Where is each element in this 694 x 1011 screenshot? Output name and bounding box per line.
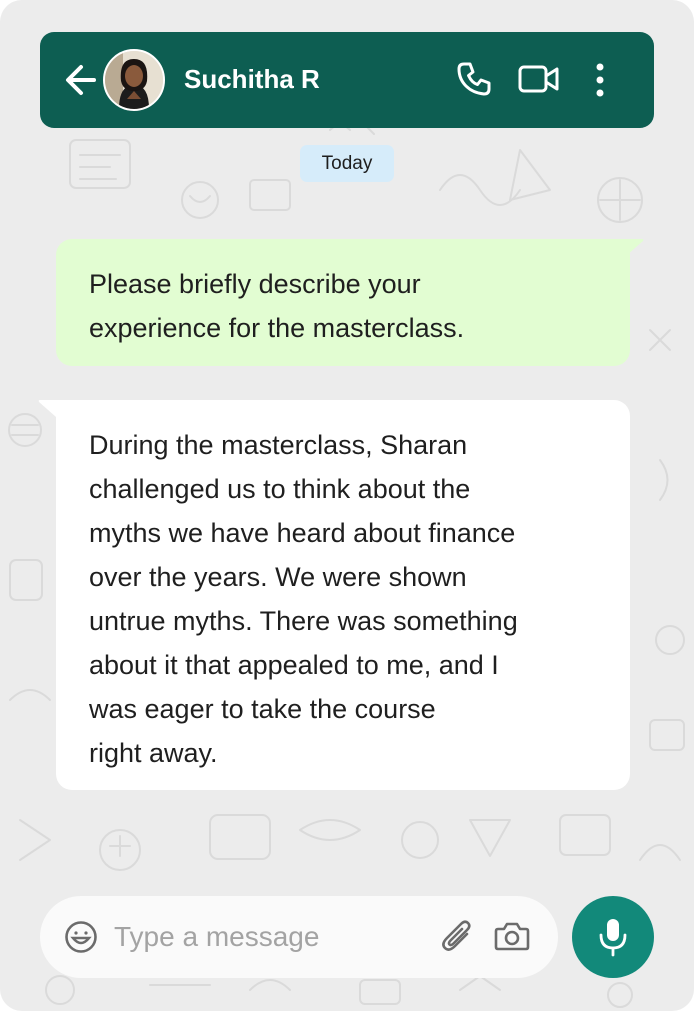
camera-icon[interactable] xyxy=(494,920,530,952)
outgoing-message-bubble[interactable]: Please briefly describe your experience … xyxy=(56,239,630,366)
contact-name[interactable]: Suchitha R xyxy=(184,61,320,97)
avatar-image xyxy=(105,51,163,109)
emoji-icon[interactable] xyxy=(64,920,98,954)
message-composer xyxy=(40,896,558,978)
back-arrow-icon[interactable] xyxy=(64,62,98,98)
voice-message-button[interactable] xyxy=(572,896,654,978)
message-text: During the masterclass, Sharan challenge… xyxy=(89,430,518,768)
video-camera-icon[interactable] xyxy=(518,63,560,95)
date-separator: Today xyxy=(300,145,394,182)
message-text: Please briefly describe your experience … xyxy=(89,269,465,343)
incoming-message-bubble[interactable]: During the masterclass, Sharan challenge… xyxy=(56,400,630,790)
chat-header: Suchitha R xyxy=(40,32,654,128)
more-options-icon[interactable] xyxy=(590,63,610,97)
message-input[interactable] xyxy=(114,917,434,957)
attach-icon[interactable] xyxy=(440,917,474,955)
phone-icon[interactable] xyxy=(456,61,492,97)
mic-icon xyxy=(599,919,627,957)
chat-screen: Suchitha R Today Please briefly describe… xyxy=(0,0,694,1011)
contact-avatar[interactable] xyxy=(103,49,165,111)
